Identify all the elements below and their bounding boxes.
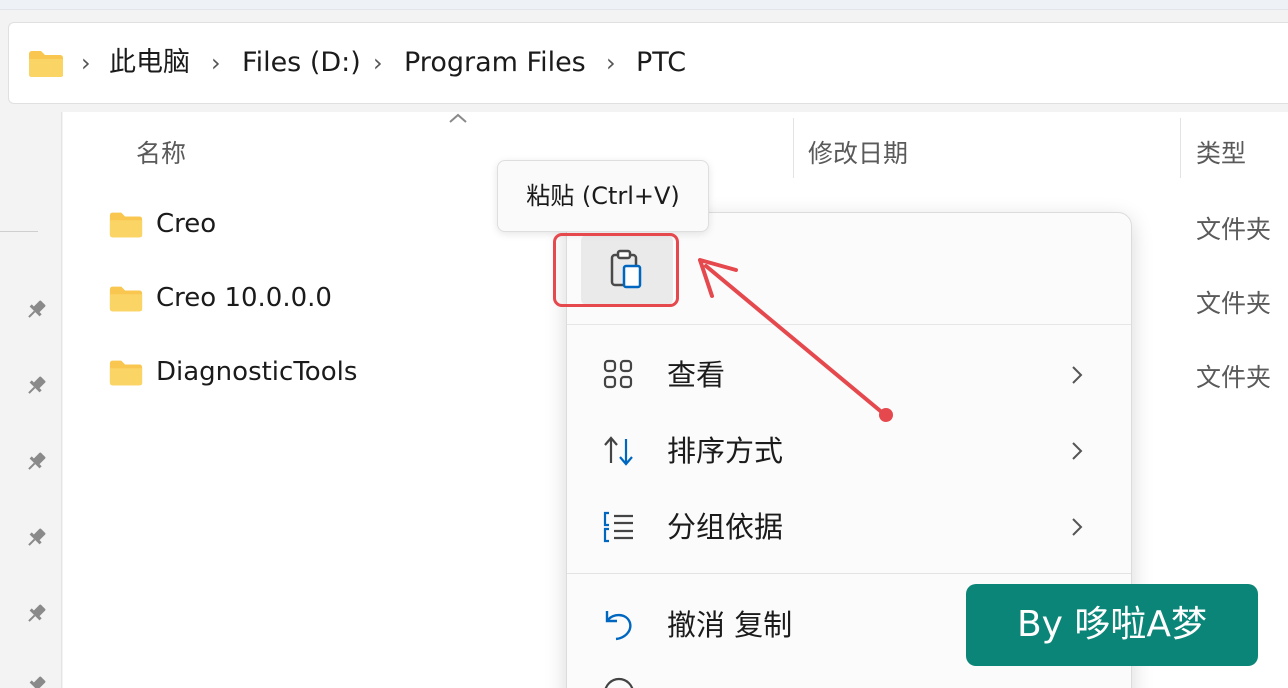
watermark-badge: By 哆啦A梦 [966,584,1258,666]
